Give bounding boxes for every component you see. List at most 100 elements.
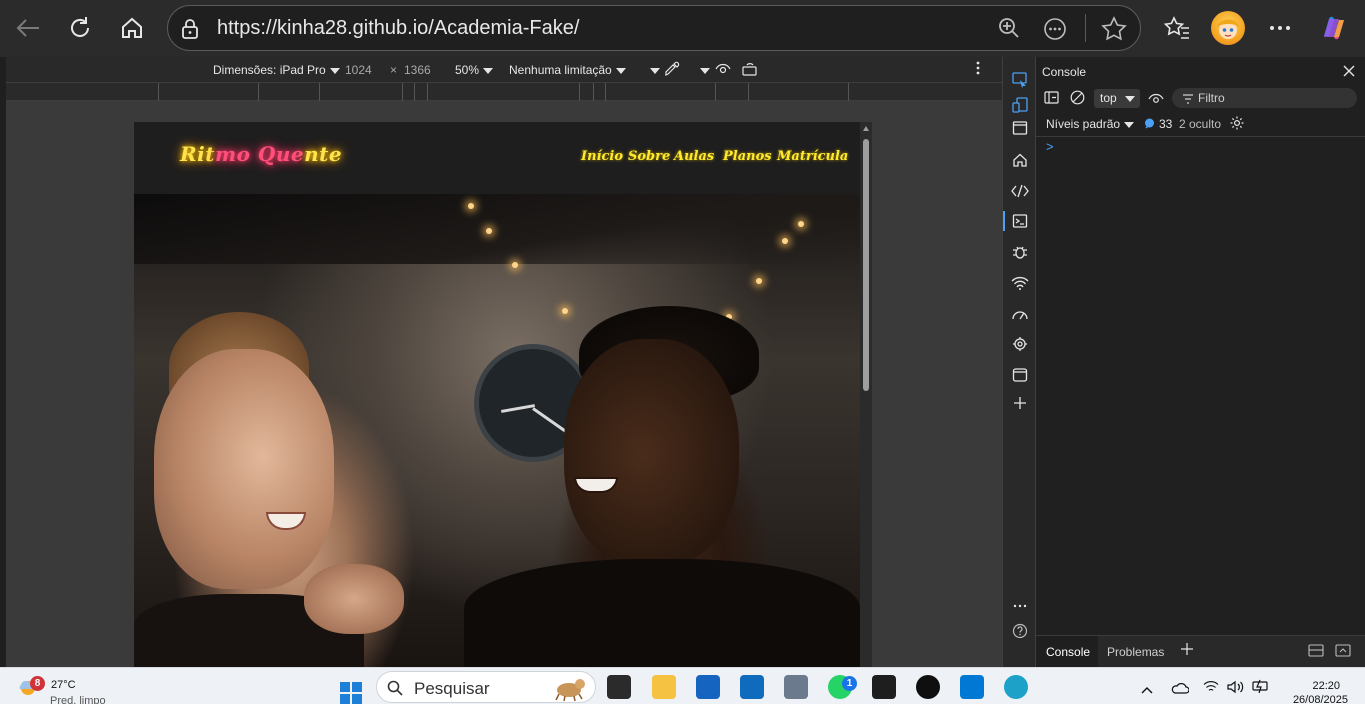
chatgpt-icon[interactable] — [916, 675, 940, 699]
levels-select[interactable]: Níveis padrão — [1046, 117, 1135, 131]
tab-console[interactable]: Console — [1036, 636, 1098, 668]
console-prompt[interactable]: > — [1046, 139, 1054, 154]
nav-link-matricula[interactable]: Matrícula — [777, 149, 848, 164]
onedrive-cloud-icon[interactable] — [1171, 681, 1190, 699]
console-output[interactable]: > — [1036, 137, 1365, 635]
logo-text-part2: mo Que — [214, 142, 305, 166]
string-light — [562, 308, 568, 314]
eyedropper-dropdown[interactable] — [696, 63, 710, 77]
more-circle-icon[interactable] — [1043, 17, 1067, 46]
lock-icon[interactable] — [180, 18, 200, 45]
scroll-thumb[interactable] — [863, 139, 869, 391]
zoom-icon[interactable] — [998, 17, 1020, 44]
nav-link-planos[interactable]: Planos — [723, 149, 772, 164]
sidebar-toggle-icon[interactable] — [1044, 91, 1059, 109]
favorites-icon[interactable] — [1159, 10, 1195, 46]
site-logo[interactable]: Ritmo Quente — [180, 142, 342, 166]
message-count[interactable]: 33 — [1159, 117, 1172, 131]
application-window-icon[interactable] — [1008, 363, 1032, 387]
welcome-home-icon[interactable] — [1008, 148, 1032, 172]
nav-link-aulas[interactable]: Aulas — [674, 149, 714, 164]
elements-code-icon[interactable] — [1008, 179, 1032, 203]
home-icon[interactable] — [114, 10, 150, 46]
eye-icon[interactable] — [715, 62, 731, 79]
page-viewport: Dimensões: iPad Pro 1024 × 1366 50% Nenh… — [6, 57, 1002, 667]
devtools-activity-bar — [1002, 57, 1036, 667]
debug-bug-icon[interactable] — [1008, 240, 1032, 264]
search-placeholder: Pesquisar — [414, 679, 490, 698]
search-box[interactable]: Pesquisar — [376, 671, 596, 703]
chevron-down-icon — [329, 67, 340, 74]
logo-text-part1: Rit — [180, 142, 215, 166]
console-icon[interactable] — [1008, 209, 1032, 233]
panel-title: Console — [1042, 65, 1087, 79]
vscode-icon[interactable] — [960, 675, 984, 699]
file-explorer-icon[interactable] — [652, 675, 676, 699]
figma-icon[interactable] — [872, 675, 896, 699]
battery-icon[interactable] — [1251, 679, 1271, 698]
chevron-up-icon[interactable] — [1141, 681, 1153, 699]
tab-problems[interactable]: Problemas — [1107, 645, 1164, 659]
back-icon[interactable] — [10, 10, 46, 46]
eyedropper-icon[interactable] — [664, 61, 680, 80]
throttle-select[interactable]: Nenhuma limitação — [509, 63, 626, 77]
clear-console-icon[interactable] — [1070, 90, 1085, 110]
inspect-icon[interactable] — [1008, 68, 1032, 92]
refresh-icon[interactable] — [62, 10, 98, 46]
volume-icon[interactable] — [1227, 680, 1245, 699]
task-view-icon[interactable] — [607, 675, 631, 699]
filter-icon — [1182, 93, 1194, 107]
panel-layout-icon[interactable] — [1008, 116, 1032, 140]
url-text[interactable]: https://kinha28.github.io/Academia-Fake/ — [217, 17, 579, 40]
add-tool-icon[interactable] — [1008, 391, 1032, 415]
address-bar[interactable]: https://kinha28.github.io/Academia-Fake/ — [167, 5, 1141, 51]
more-icon[interactable] — [1262, 10, 1298, 46]
device-emulation-icon[interactable] — [1008, 93, 1032, 117]
times-label: × — [390, 63, 398, 77]
rotate-icon[interactable] — [741, 61, 759, 80]
device-dimensions-select[interactable]: Dimensões: iPad Pro — [213, 63, 340, 77]
dock-drawer-icon[interactable] — [1308, 644, 1324, 660]
device-height-input[interactable]: 1366 — [404, 63, 431, 77]
microsoft-store-icon[interactable] — [696, 675, 720, 699]
more-vertical-icon[interactable] — [976, 61, 980, 78]
settings-gear-icon[interactable] — [1229, 115, 1245, 134]
temperature[interactable]: 27°C — [51, 679, 76, 691]
context-select[interactable]: top — [1094, 89, 1140, 108]
orientation-dropdown[interactable] — [646, 63, 660, 77]
close-icon[interactable] — [1343, 65, 1355, 80]
more-tools-icon[interactable] — [1008, 594, 1032, 618]
clock-hand — [500, 404, 536, 413]
star-icon[interactable] — [1101, 16, 1127, 47]
screen: https://kinha28.github.io/Academia-Fake/ — [0, 0, 1365, 704]
windows-start-icon[interactable] — [340, 682, 362, 704]
scroll-up-icon[interactable] — [863, 126, 869, 131]
nav-link-inicio[interactable]: Início — [581, 149, 623, 164]
collapse-drawer-icon[interactable] — [1335, 644, 1351, 660]
weather-text[interactable]: Pred. limpo — [50, 695, 106, 704]
performance-gauge-icon[interactable] — [1008, 302, 1032, 326]
page-scrollbar[interactable] — [860, 122, 872, 667]
memory-chip-icon[interactable] — [1008, 332, 1032, 356]
outlook-icon[interactable] — [740, 675, 764, 699]
help-icon[interactable] — [1008, 619, 1032, 643]
system-clock[interactable]: 22:20 26/08/2025 — [1284, 679, 1348, 704]
live-expression-eye-icon[interactable] — [1148, 92, 1164, 110]
zoom-select[interactable]: 50% — [455, 63, 494, 77]
media-query-ruler[interactable] — [6, 82, 1002, 101]
weather-badge: 8 — [30, 676, 45, 691]
device-width-input[interactable]: 1024 — [345, 63, 372, 77]
string-light — [486, 228, 492, 234]
network-wifi-icon[interactable] — [1008, 271, 1032, 295]
wifi-icon[interactable] — [1203, 680, 1219, 698]
copilot-icon[interactable] — [1316, 10, 1352, 46]
add-tab-icon[interactable] — [1181, 643, 1193, 658]
edge-icon[interactable] — [1004, 675, 1028, 699]
person-right-top — [464, 559, 860, 667]
avatar[interactable] — [1211, 11, 1245, 45]
camera-icon[interactable] — [784, 675, 808, 699]
nav-link-sobre[interactable]: Sobre — [628, 149, 670, 164]
console-header: Console — [1036, 57, 1365, 85]
filter-input[interactable]: Filtro — [1172, 88, 1357, 108]
address-divider — [1085, 14, 1086, 42]
